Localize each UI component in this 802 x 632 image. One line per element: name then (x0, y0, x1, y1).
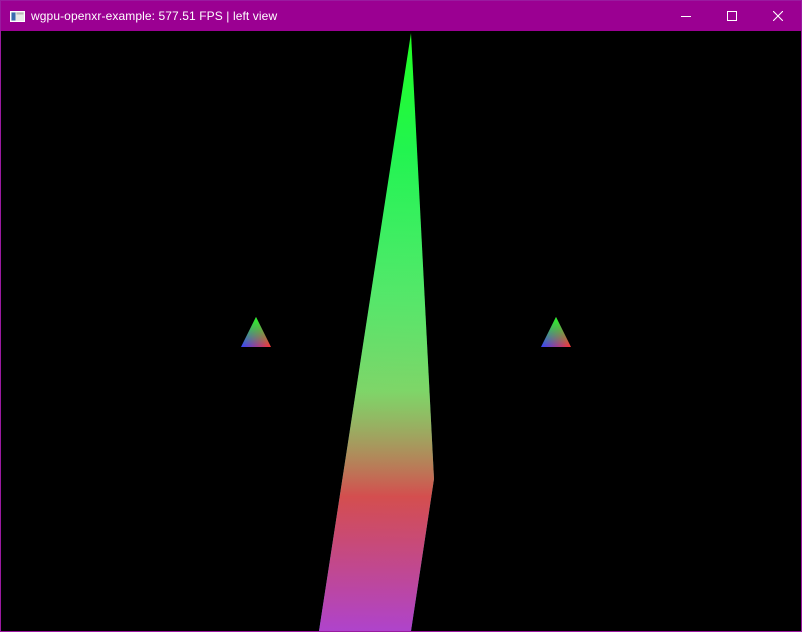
app-window-icon (10, 10, 25, 22)
small-rgb-triangle-right (541, 317, 571, 347)
close-icon (773, 11, 783, 21)
render-viewport[interactable] (1, 31, 801, 631)
app-window: wgpu-openxr-example: 577.51 FPS | left v… (0, 0, 802, 632)
large-rgb-triangle (319, 33, 434, 631)
title-bar[interactable]: wgpu-openxr-example: 577.51 FPS | left v… (1, 1, 801, 31)
window-controls (663, 1, 801, 31)
small-rgb-triangle-left (241, 317, 271, 347)
window-title: wgpu-openxr-example: 577.51 FPS | left v… (31, 9, 278, 23)
maximize-button[interactable] (709, 1, 755, 31)
minimize-icon (681, 16, 691, 17)
close-button[interactable] (755, 1, 801, 31)
minimize-button[interactable] (663, 1, 709, 31)
maximize-icon (727, 11, 737, 21)
